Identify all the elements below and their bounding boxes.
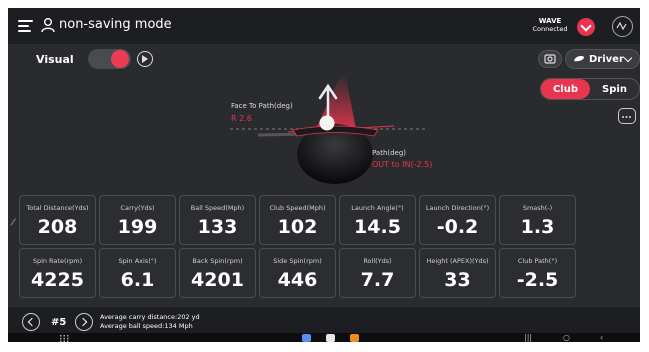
stat-label: Roll(Yds) xyxy=(363,257,392,265)
stat-label: Side Spin(rpm) xyxy=(273,257,322,265)
stat-card-launch-angle: Launch Angle(°) 14.5 xyxy=(339,195,416,245)
system-navigation-bar xyxy=(8,333,640,342)
stat-value: 199 xyxy=(117,216,158,238)
golf-app-icon[interactable] xyxy=(326,334,335,342)
stat-card-back-spin: Back Spin(rpm) 4201 xyxy=(179,248,256,298)
stat-value: 6.1 xyxy=(120,269,155,291)
face-to-path-label: Face To Path(deg) xyxy=(231,102,293,110)
stat-value: 4225 xyxy=(31,269,84,291)
average-ball-speed: Average ball speed:134 Mph xyxy=(100,322,193,330)
stat-value: 208 xyxy=(37,216,78,238)
stat-card-roll: Roll(Yds) 7.7 xyxy=(339,248,416,298)
averages-text: Average carry distance:202 yd Average ba… xyxy=(100,313,200,331)
stat-label: Smash(-) xyxy=(522,204,553,212)
previous-shot-button[interactable] xyxy=(22,313,40,331)
stat-value: 446 xyxy=(277,269,318,291)
apps-grid-icon[interactable] xyxy=(60,335,69,342)
app-window: non-saving mode WAVE Connected Visual Dr… xyxy=(8,8,640,342)
average-carry: Average carry distance:202 yd xyxy=(100,313,200,321)
stat-label: Carry(Yds) xyxy=(120,204,155,212)
stat-label: Club Speed(Mph) xyxy=(269,204,326,212)
stat-card-spin-axis: Spin Axis(°) 6.1 xyxy=(99,248,176,298)
face-to-path-value: R 2.6 xyxy=(231,114,252,123)
path-value: OUT to IN(-2.5) xyxy=(372,160,433,169)
stat-card-height-apex: Height (APEX)(Yds) 33 xyxy=(419,248,496,298)
stat-value: 1.3 xyxy=(520,216,555,238)
stat-card-smash: Smash(-) 1.3 xyxy=(499,195,576,245)
stat-label: Back Spin(rpm) xyxy=(192,257,243,265)
stat-card-total-distance: Total Distance(Yds) 208 xyxy=(19,195,96,245)
next-shot-button[interactable] xyxy=(75,313,93,331)
recent-apps-icon[interactable]: ||| xyxy=(524,333,532,342)
stat-value: 133 xyxy=(197,216,238,238)
stat-card-carry: Carry(Yds) 199 xyxy=(99,195,176,245)
stat-value: 4201 xyxy=(191,269,244,291)
path-label: Path(deg) xyxy=(372,149,407,157)
stat-label: Spin Axis(°) xyxy=(118,257,157,265)
home-icon[interactable]: ○ xyxy=(563,333,570,342)
stat-value: -0.2 xyxy=(436,216,479,238)
stat-label: Club Path(°) xyxy=(517,257,558,265)
stat-label: Height (APEX)(Yds) xyxy=(426,257,489,265)
stat-label: Total Distance(Yds) xyxy=(26,204,89,212)
stat-card-spin-rate: Spin Rate(rpm) 4225 xyxy=(19,248,96,298)
stat-card-club-speed: Club Speed(Mph) 102 xyxy=(259,195,336,245)
stat-value: 14.5 xyxy=(354,216,401,238)
stat-value: -2.5 xyxy=(516,269,559,291)
stat-card-launch-direction: Launch Direction(°) -0.2 xyxy=(419,195,496,245)
club-visualization xyxy=(230,76,428,184)
stat-label: Launch Angle(°) xyxy=(351,204,404,212)
stat-card-side-spin: Side Spin(rpm) 446 xyxy=(259,248,336,298)
back-icon[interactable]: ‹ xyxy=(600,333,603,342)
shot-number: #5 xyxy=(51,317,67,328)
settings-app-icon[interactable] xyxy=(302,334,311,342)
mail-app-icon[interactable] xyxy=(350,334,359,342)
stat-value: 7.7 xyxy=(360,269,395,291)
stat-label: Launch Direction(°) xyxy=(425,204,490,212)
stat-value: 33 xyxy=(444,269,471,291)
stat-label: Ball Speed(Mph) xyxy=(190,204,245,212)
stat-card-ball-speed: Ball Speed(Mph) 133 xyxy=(179,195,256,245)
stat-value: 102 xyxy=(277,216,318,238)
golf-ball xyxy=(319,115,335,131)
stat-label: Spin Rate(rpm) xyxy=(32,257,83,265)
stat-card-club-path: Club Path(°) -2.5 xyxy=(499,248,576,298)
